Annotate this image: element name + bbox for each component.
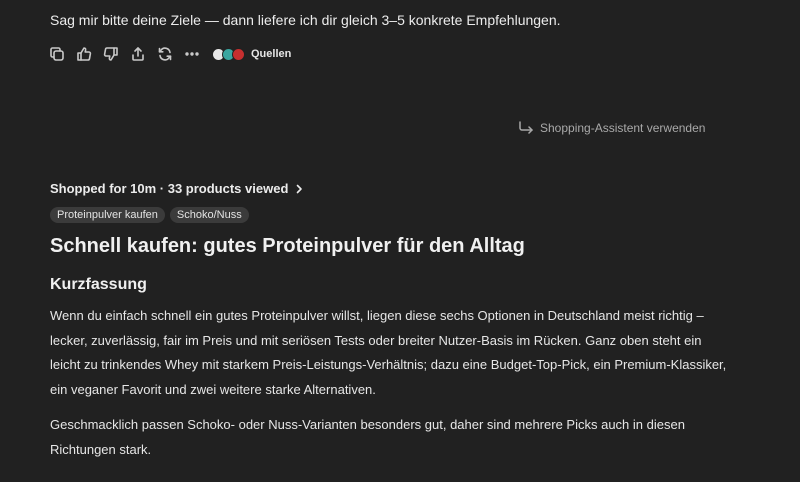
chat-page: Sag mir bitte deine Ziele — dann liefere…	[0, 0, 800, 482]
shopping-assistant-label: Shopping-Assistent verwenden	[540, 121, 706, 135]
sources-button[interactable]: Quellen	[212, 47, 292, 61]
regenerate-button[interactable]	[156, 45, 174, 63]
share-icon	[132, 47, 144, 61]
search-query-chips: Proteinpulver kaufen Schoko/Nuss	[50, 207, 254, 223]
sources-label: Quellen	[251, 48, 292, 60]
assistant-message-text: Sag mir bitte deine Ziele — dann liefere…	[50, 12, 561, 28]
summary-paragraph: Wenn du einfach schnell ein gutes Protei…	[50, 308, 727, 397]
shopping-assistant-link[interactable]: Shopping-Assistent verwenden	[518, 121, 705, 135]
bad-response-button[interactable]	[102, 45, 120, 63]
copy-icon	[50, 47, 64, 61]
share-button[interactable]	[129, 45, 147, 63]
message-action-bar: Quellen	[48, 44, 291, 64]
thumbs-up-icon	[77, 47, 92, 61]
thumbs-down-icon	[103, 47, 118, 61]
good-response-button[interactable]	[75, 45, 93, 63]
section-title: Kurzfassung	[50, 276, 147, 293]
regenerate-icon	[158, 47, 172, 61]
reply-arrow-icon	[519, 121, 533, 134]
shopping-summary-text: Shopped for 10m · 33 products viewed	[50, 181, 289, 196]
more-actions-button[interactable]	[183, 45, 201, 63]
source-favicon	[232, 47, 245, 61]
chevron-right-icon	[297, 184, 303, 193]
shopping-summary[interactable]: Shopped for 10m · 33 products viewed	[50, 181, 304, 196]
copy-button[interactable]	[48, 45, 66, 63]
more-icon	[185, 52, 199, 56]
taste-paragraph: Geschmacklich passen Schoko- oder Nuss-V…	[50, 417, 685, 457]
article-title: Schnell kaufen: gutes Proteinpulver für …	[50, 235, 525, 257]
query-chip[interactable]: Schoko/Nuss	[169, 207, 249, 223]
query-chip[interactable]: Proteinpulver kaufen	[50, 207, 165, 223]
